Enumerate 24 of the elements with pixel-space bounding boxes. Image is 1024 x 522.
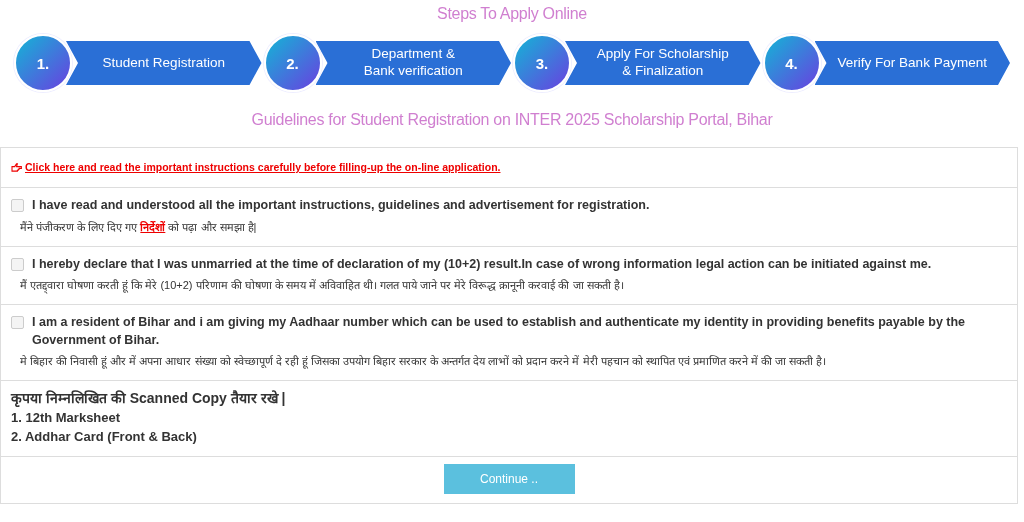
step-number: 1. (14, 34, 72, 92)
pointing-hand-icon (11, 162, 22, 172)
step-number: 4. (762, 34, 821, 92)
step-number: 2. (263, 34, 322, 92)
step-number: 3. (513, 34, 571, 92)
documents-heading: कृपया निम्नलिखित की Scanned Copy तैयार रखे | (11, 389, 287, 408)
step-banner: Department & Bank verification (315, 41, 511, 85)
declaration-text: I have read and understood all the important instructions, guidelines and advertisement for registration. (32, 197, 650, 214)
declaration-text: I am a resident of Bihar and i am giving my Aadhaar number which can be used to establish and authenticate my identity in providing benefits payable by the Government of Bihar. (32, 314, 967, 349)
document-item: 1. 12th Marksheet (11, 409, 122, 427)
checkbox[interactable] (11, 257, 24, 271)
checkbox[interactable] (11, 199, 24, 212)
step-banner: Verify For Bank Payment (814, 41, 1010, 85)
instructions-link[interactable]: निर्देशों (140, 220, 166, 233)
document-item: 2. Addhar Card (Front & Back) (11, 428, 198, 446)
guidelines-title: Guidelines for Student Registration on INTER 2025 Scholarship Portal, Bihar (250, 111, 774, 129)
hindi-declaration: मे बिहार की निवासी हूं और में अपना आधार संख्या को स्वेच्छापूर्ण दे रही हूं जिसका उपयोग बिहार सरकार के अन्तर्गत देय लाभों को प्रदान करने में मेरी पहचान को स्थापित एवं प्रमाणित करने में की जा सकती है। (20, 354, 828, 368)
steps-title: Steps To Apply Online (436, 5, 588, 24)
checkbox[interactable] (11, 316, 24, 329)
step-banner: Student Registration (66, 41, 262, 85)
hindi-declaration: मैं एतद्द्वारा घोषणा करती हूं कि मेरे (10+2) परिणाम की घोषणा के समय में अविवाहित थी। गलत पाये जाने पर मेरे विरूद्ध क़ानूनी करवाई की जा सकती है। (20, 277, 1007, 292)
instructions-link[interactable]: Click here and read the important instructions carefully before filling-up the on-line application. (11, 156, 501, 179)
step-banner: Apply For Scholarship & Finalization (565, 41, 761, 85)
declaration-text: I hereby declare that I was unmarried at the time of declaration of my (10+2) result.In case of wrong information legal action can be initiated against me. (32, 255, 932, 273)
